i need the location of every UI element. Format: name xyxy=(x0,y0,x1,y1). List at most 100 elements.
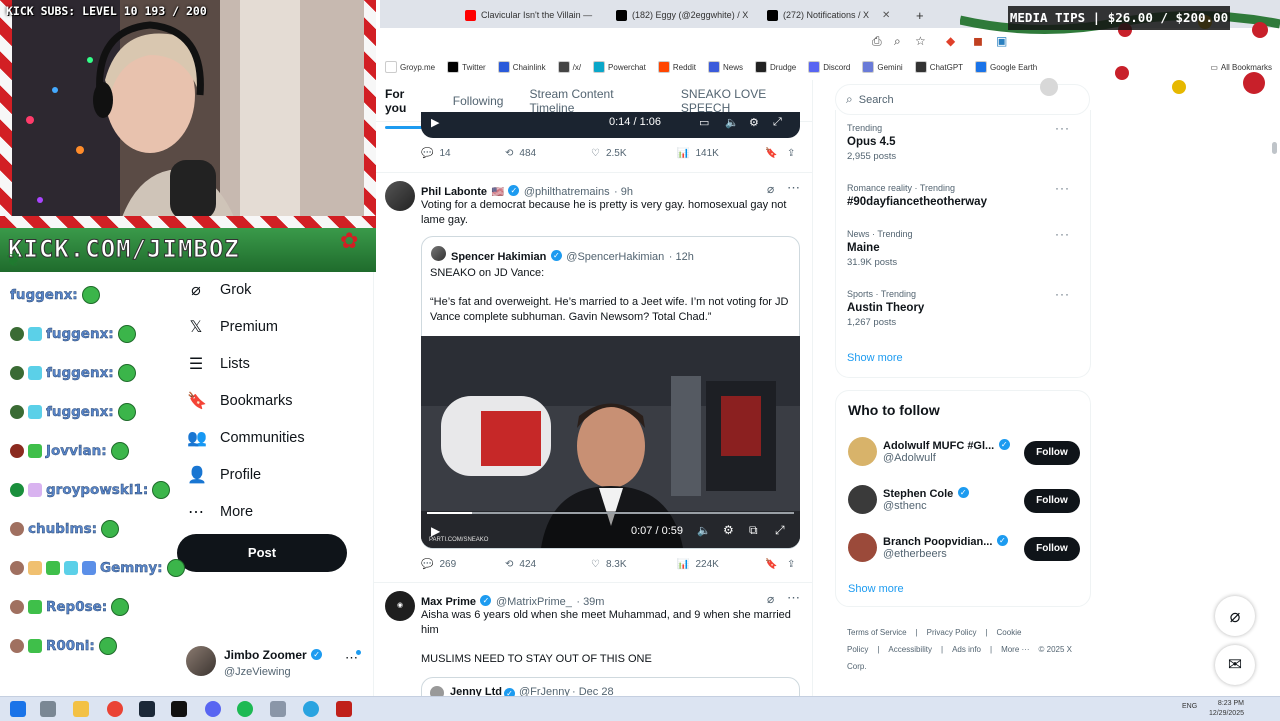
avatar[interactable]: ◉ xyxy=(385,591,415,621)
post-button[interactable]: Post xyxy=(177,534,347,572)
fullscreen-icon[interactable]: ⤢ xyxy=(775,523,785,538)
bookmark-item[interactable]: Twitter xyxy=(447,61,486,73)
nav-profile[interactable]: 👤 Profile xyxy=(187,465,261,485)
browser-tab[interactable]: (182) Eggy (@2eggwhite) / X ✕ xyxy=(616,4,761,26)
chat-username[interactable]: Jovvian: xyxy=(46,443,107,459)
quote-video-player[interactable]: ▶ 0:07 / 0:59 🔈 ⚙ ⧉ ⤢ PARTI.COM/SNEAKO xyxy=(421,336,800,548)
footer-link[interactable]: Privacy Policy xyxy=(927,628,977,637)
language-indicator[interactable]: ENG xyxy=(1182,703,1197,710)
tab-stream-content-timeline[interactable]: Stream Content Timeline xyxy=(529,87,654,115)
account-avatar[interactable] xyxy=(186,646,216,676)
bookmark-item[interactable]: Google Earth xyxy=(975,61,1037,73)
author-name[interactable]: Phil Labonte xyxy=(421,186,487,198)
new-tab-button[interactable]: + xyxy=(916,4,924,26)
start-icon[interactable] xyxy=(10,701,26,717)
like-button[interactable]: ♡ 8.3K xyxy=(591,559,677,570)
grok-icon[interactable]: ⌀ xyxy=(767,182,774,196)
views-button[interactable]: 📊 224K xyxy=(677,559,765,570)
repost-button[interactable]: ⟲ 484 xyxy=(505,148,591,159)
trend-item[interactable]: Trending Opus 4.5 2,955 posts ··· xyxy=(847,121,1082,162)
system-clock[interactable]: 8:23 PM 12/29/2025 xyxy=(1209,699,1244,719)
bookmark-item[interactable]: ChatGPT xyxy=(914,61,963,73)
zoom-icon[interactable]: ⌕ xyxy=(894,34,901,49)
scrollbar-thumb[interactable] xyxy=(1272,142,1277,154)
who-to-follow-show-more[interactable]: Show more xyxy=(848,583,904,595)
bookmark-button[interactable]: 🔖 xyxy=(765,559,787,570)
account-switcher[interactable]: Jimbo Zoomer ✓ @JzeViewing xyxy=(224,646,323,678)
tab-following[interactable]: Following xyxy=(453,94,504,108)
more-options-icon[interactable]: ··· xyxy=(1055,181,1070,195)
bookmark-item[interactable]: /x/ xyxy=(557,61,581,73)
grok-float-button[interactable]: ⌀ xyxy=(1215,596,1255,636)
nav-lists[interactable]: ☰ Lists xyxy=(187,354,250,374)
avatar[interactable] xyxy=(848,437,877,466)
install-app-icon[interactable]: ⎙ xyxy=(872,34,882,49)
author-handle[interactable]: @philthatremains xyxy=(524,186,610,198)
nav-grok[interactable]: ⌀ Grok xyxy=(187,280,251,300)
close-tab-icon[interactable]: ✕ xyxy=(882,10,890,21)
chat-username[interactable]: groypowski1: xyxy=(46,482,149,498)
chrome-icon[interactable] xyxy=(107,701,123,717)
avatar[interactable] xyxy=(848,533,877,562)
search-input[interactable]: Search xyxy=(859,94,894,106)
chat-username[interactable]: chubims: xyxy=(28,521,97,537)
author-name[interactable]: Max Prime xyxy=(421,596,476,608)
bookmark-item[interactable]: Drudge xyxy=(754,61,796,73)
share-button[interactable]: ⇪ xyxy=(787,148,795,159)
footer-link[interactable]: More ··· xyxy=(1001,645,1029,654)
fullscreen-icon[interactable]: ⤢ xyxy=(773,116,782,129)
file-explorer-icon[interactable] xyxy=(73,701,89,717)
bookmark-item[interactable]: Groyp.me xyxy=(385,61,435,73)
app-icon[interactable] xyxy=(270,701,286,717)
extension-icon[interactable]: ◆ xyxy=(946,34,955,48)
nav-premium[interactable]: 𝕏 Premium xyxy=(187,317,278,337)
trend-item[interactable]: Romance reality · Trending #90dayfianceth… xyxy=(847,181,1082,208)
tab-for-you[interactable]: For you xyxy=(385,87,427,129)
settings-icon[interactable]: ⚙ xyxy=(749,116,759,129)
chat-username[interactable]: Gemmy: xyxy=(100,560,163,576)
avatar[interactable] xyxy=(848,485,877,514)
video-player[interactable]: ▶ 0:14 / 1:06 ▭ 🔈 ⚙ ⤢ xyxy=(421,112,800,138)
star-bookmark-icon[interactable]: ☆ xyxy=(915,34,926,48)
like-button[interactable]: ♡ 2.5K xyxy=(591,148,677,159)
volume-icon[interactable]: 🔈 xyxy=(725,116,739,129)
messages-float-button[interactable]: ✉ xyxy=(1215,645,1255,685)
app-icon[interactable] xyxy=(336,701,352,717)
play-icon[interactable]: ▶ xyxy=(431,524,440,538)
spotify-icon[interactable] xyxy=(237,701,253,717)
plus-icon[interactable]: + xyxy=(916,8,924,23)
nav-bookmarks[interactable]: 🔖 Bookmarks xyxy=(187,391,293,411)
tweet-time[interactable]: · 9h xyxy=(614,186,633,198)
obs-icon[interactable] xyxy=(171,701,187,717)
chat-username[interactable]: Rep0se: xyxy=(46,599,108,615)
chat-username[interactable]: fuggenx: xyxy=(10,287,78,303)
volume-icon[interactable]: 🔈 xyxy=(697,524,711,537)
trends-show-more[interactable]: Show more xyxy=(847,352,903,364)
telegram-icon[interactable] xyxy=(303,701,319,717)
play-icon[interactable]: ▶ xyxy=(431,116,439,129)
bookmark-item[interactable]: Gemini xyxy=(862,61,903,73)
chat-username[interactable]: fuggenx: xyxy=(46,365,114,381)
reply-button[interactable]: 💬 14 xyxy=(421,148,505,159)
chat-username[interactable]: R00ni: xyxy=(46,638,95,654)
bookmark-item[interactable]: Discord xyxy=(808,61,850,73)
trend-item[interactable]: Sports · Trending Austin Theory 1,267 post… xyxy=(847,287,1082,328)
settings-icon[interactable]: ⚙ xyxy=(723,523,734,537)
more-options-icon[interactable]: ··· xyxy=(1055,287,1070,301)
follow-button[interactable]: Follow xyxy=(1024,441,1080,465)
task-view-icon[interactable] xyxy=(40,701,56,717)
captions-icon[interactable]: ▭ xyxy=(699,116,709,129)
footer-link[interactable]: Ads info xyxy=(952,645,981,654)
footer-link[interactable]: Terms of Service xyxy=(847,628,907,637)
more-options-icon[interactable]: ⋯ xyxy=(787,180,800,196)
repost-button[interactable]: ⟲ 424 xyxy=(505,559,591,570)
tab-sneako-love-speech[interactable]: SNEAKO LOVE SPEECH xyxy=(681,87,812,115)
chat-username[interactable]: fuggenx: xyxy=(46,404,114,420)
browser-tab[interactable]: Clavicular Isn't the Villain — ✕ xyxy=(465,4,605,26)
pip-icon[interactable]: ⧉ xyxy=(749,523,758,538)
bookmark-item[interactable]: News xyxy=(707,61,743,73)
follow-button[interactable]: Follow xyxy=(1024,537,1080,561)
views-button[interactable]: 📊 141K xyxy=(677,148,765,159)
author-handle[interactable]: @MatrixPrime_ xyxy=(496,596,572,608)
bookmark-button[interactable]: 🔖 xyxy=(765,148,787,159)
